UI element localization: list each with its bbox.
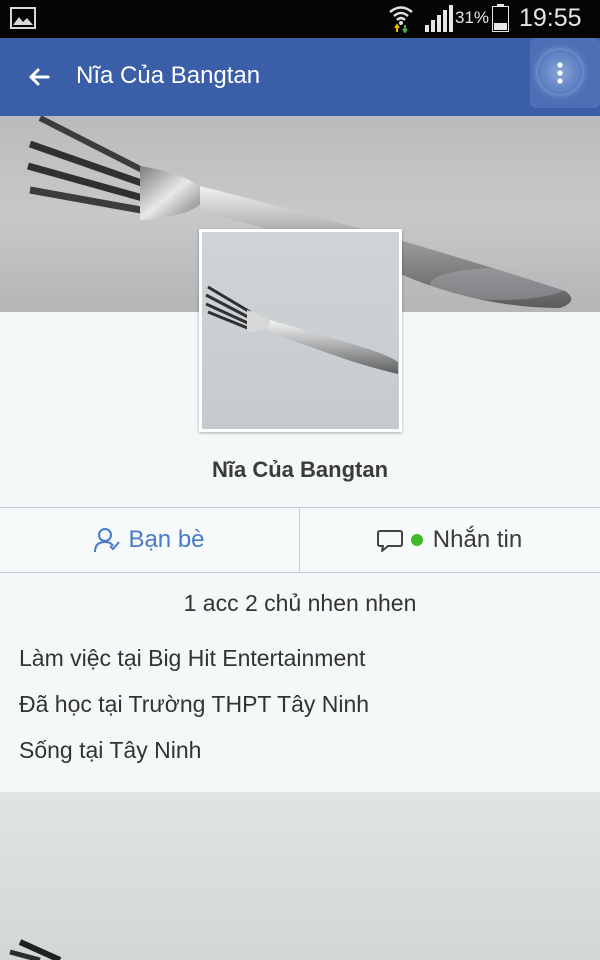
info-education: Đã học tại Trường THPT Tây Ninh <box>19 691 370 717</box>
clock: 19:55 <box>519 4 582 32</box>
message-label: Nhắn tin <box>432 526 523 553</box>
page-title: Nĩa Của Bangtan <box>76 62 261 89</box>
message-button[interactable]: Nhắn tin <box>300 508 599 572</box>
overflow-menu-glow[interactable] <box>538 50 582 94</box>
wifi-icon <box>389 6 413 33</box>
profile-picture[interactable] <box>199 229 402 432</box>
battery-percent: 31% <box>455 8 490 27</box>
profile-photo <box>202 232 399 429</box>
friends-label: Bạn bè <box>128 526 205 553</box>
app-bar: Nĩa Của Bangtan <box>0 38 600 116</box>
featured-photo[interactable] <box>0 792 600 960</box>
back-arrow-icon[interactable] <box>26 64 52 90</box>
info-lives: Sống tại Tây Ninh <box>19 737 202 763</box>
info-work: Làm việc tại Big Hit Entertainment <box>19 645 366 671</box>
profile-bio: 1 acc 2 chủ nhen nhen <box>183 590 417 616</box>
fork-featured-image <box>9 939 62 960</box>
chat-bubble-icon <box>376 530 403 552</box>
overflow-menu-button[interactable] <box>530 38 600 108</box>
fork-profile-image <box>205 285 398 374</box>
friends-icon <box>94 528 121 553</box>
battery-icon <box>492 4 509 32</box>
profile-actions: Bạn bè Nhắn tin <box>0 507 600 573</box>
overflow-menu-icon[interactable] <box>557 62 563 84</box>
profile-name: Nĩa Của Bangtan <box>211 457 389 482</box>
online-status-dot <box>410 534 423 546</box>
friends-button[interactable]: Bạn bè <box>0 508 300 572</box>
signal-icon <box>425 5 453 32</box>
status-bar: 31% 19:55 <box>0 0 600 38</box>
gallery-icon <box>10 7 36 29</box>
